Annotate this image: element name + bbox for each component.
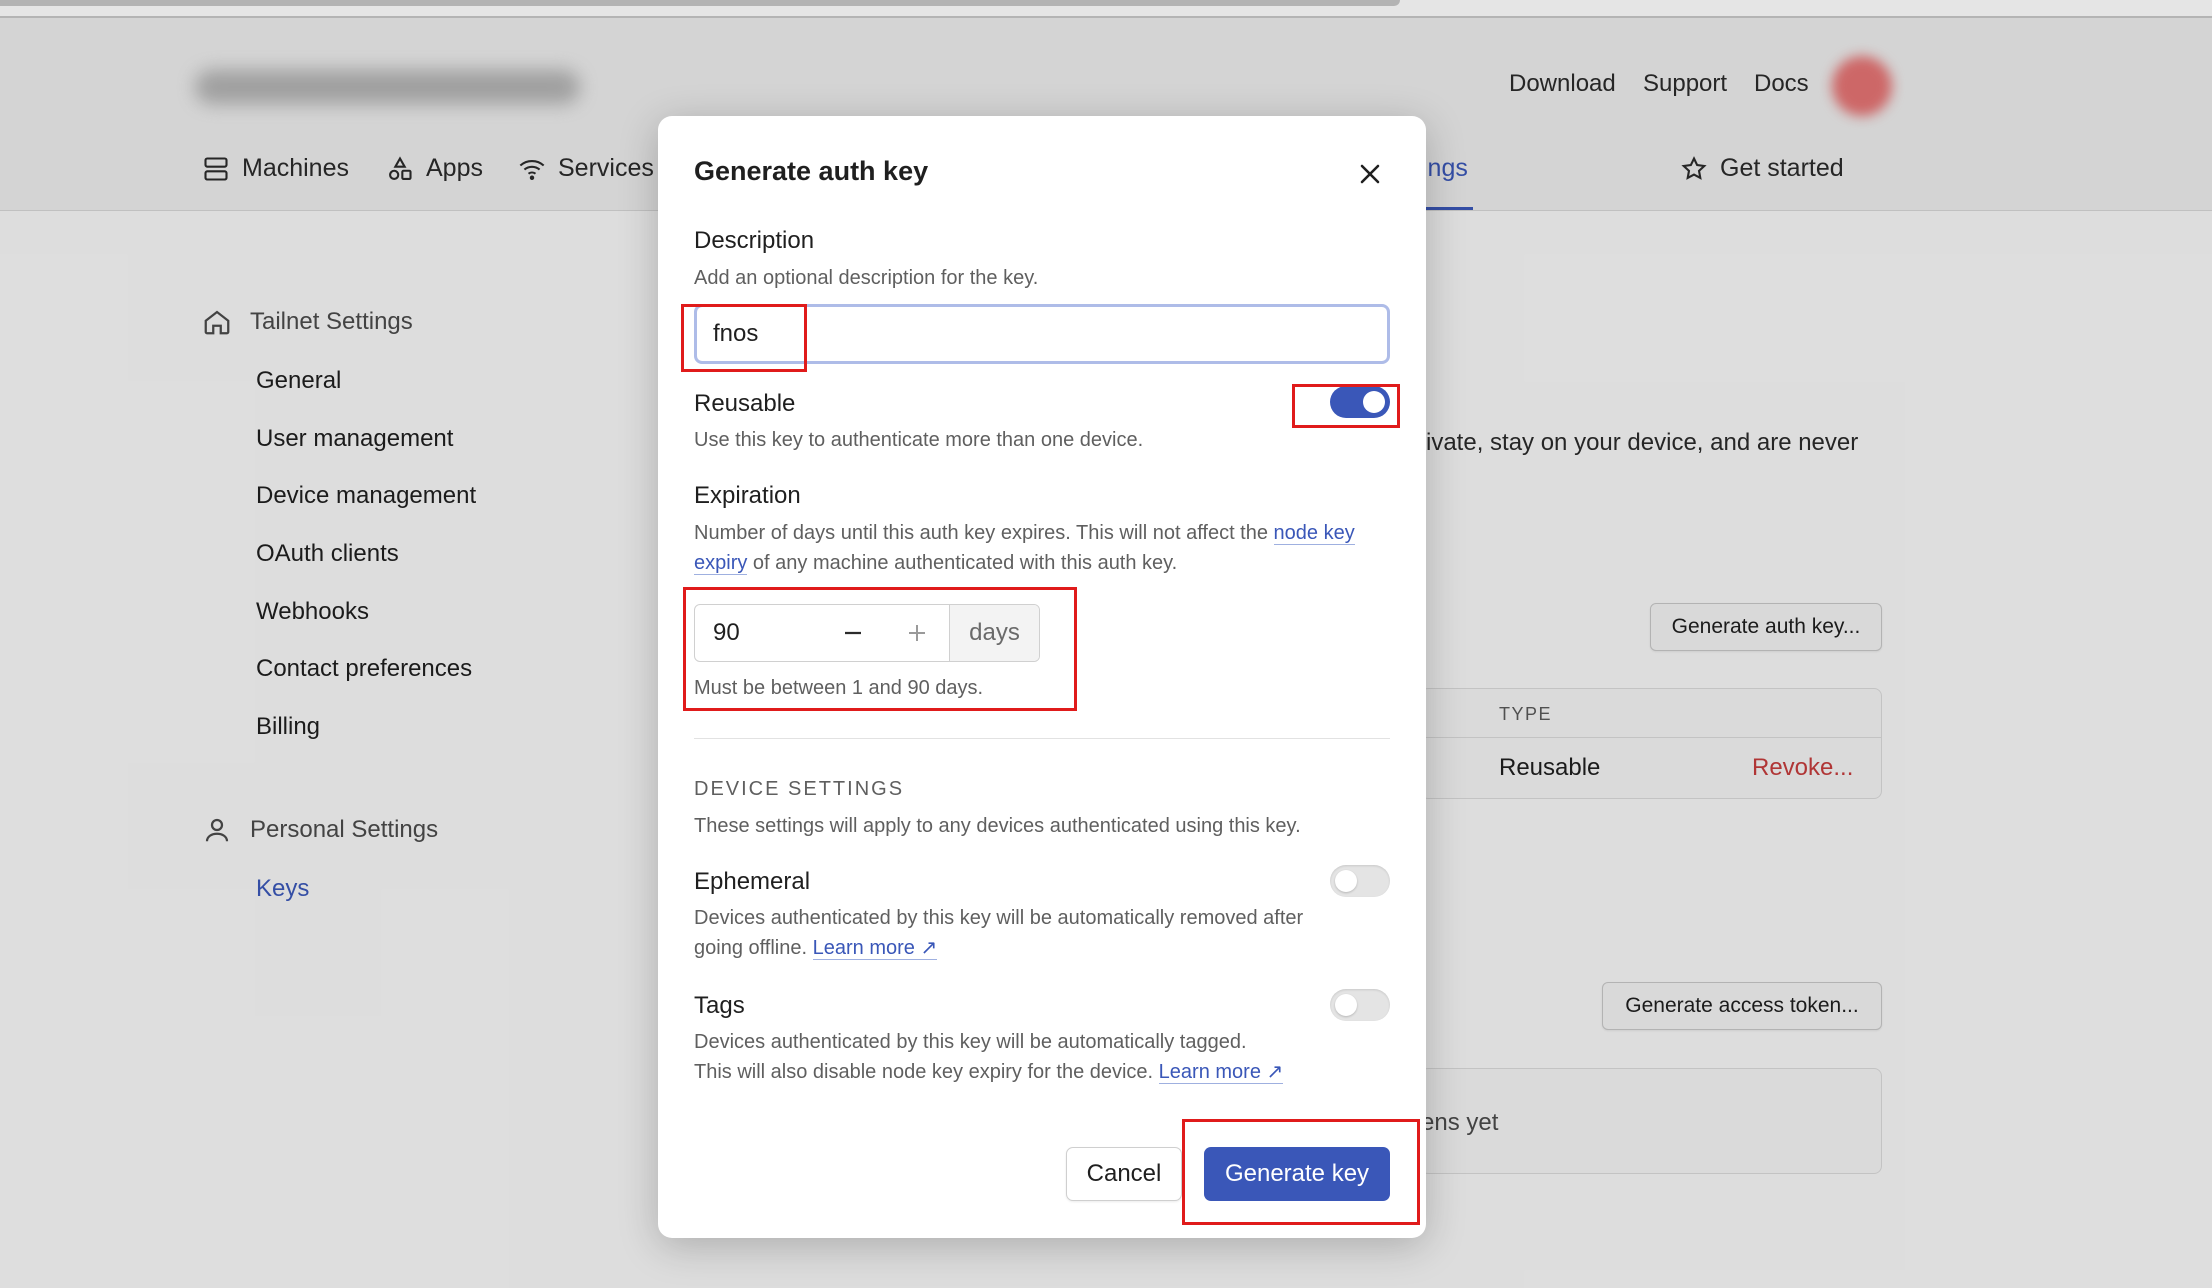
expiration-help: Number of days until this auth key expir… [694, 522, 1355, 575]
device-settings-help: These settings will apply to any devices… [694, 815, 1301, 837]
tags-label: Tags [694, 992, 745, 1019]
reusable-help: Use this key to authenticate more than o… [694, 429, 1144, 451]
expiration-label: Expiration [694, 482, 801, 509]
tags-help-line1: Devices authenticated by this key will b… [694, 1031, 1247, 1053]
ephemeral-toggle[interactable] [1330, 865, 1390, 897]
dialog-title: Generate auth key [694, 156, 929, 186]
close-icon [1360, 164, 1380, 184]
description-help: Add an optional description for the key. [694, 267, 1039, 289]
highlight-reusable-toggle [1292, 384, 1400, 428]
section-divider [694, 738, 1390, 739]
description-label: Description [694, 227, 815, 254]
ephemeral-label: Ephemeral [694, 868, 811, 895]
tags-help-line2: This will also disable node key expiry f… [694, 1061, 1284, 1084]
ephemeral-learn-more-link[interactable]: Learn more ↗ [812, 937, 938, 960]
close-button[interactable] [1354, 158, 1386, 190]
ephemeral-help: Devices authenticated by this key will b… [694, 907, 1304, 960]
cancel-button[interactable]: Cancel [1066, 1147, 1182, 1201]
device-settings-heading: DEVICE SETTINGS [694, 778, 905, 800]
highlight-expiration [683, 587, 1077, 711]
highlight-generate-key [1182, 1119, 1420, 1225]
highlight-description-input [681, 304, 807, 372]
tags-toggle[interactable] [1330, 989, 1390, 1021]
tags-learn-more-link[interactable]: Learn more ↗ [1158, 1061, 1284, 1084]
reusable-label: Reusable [694, 390, 796, 417]
